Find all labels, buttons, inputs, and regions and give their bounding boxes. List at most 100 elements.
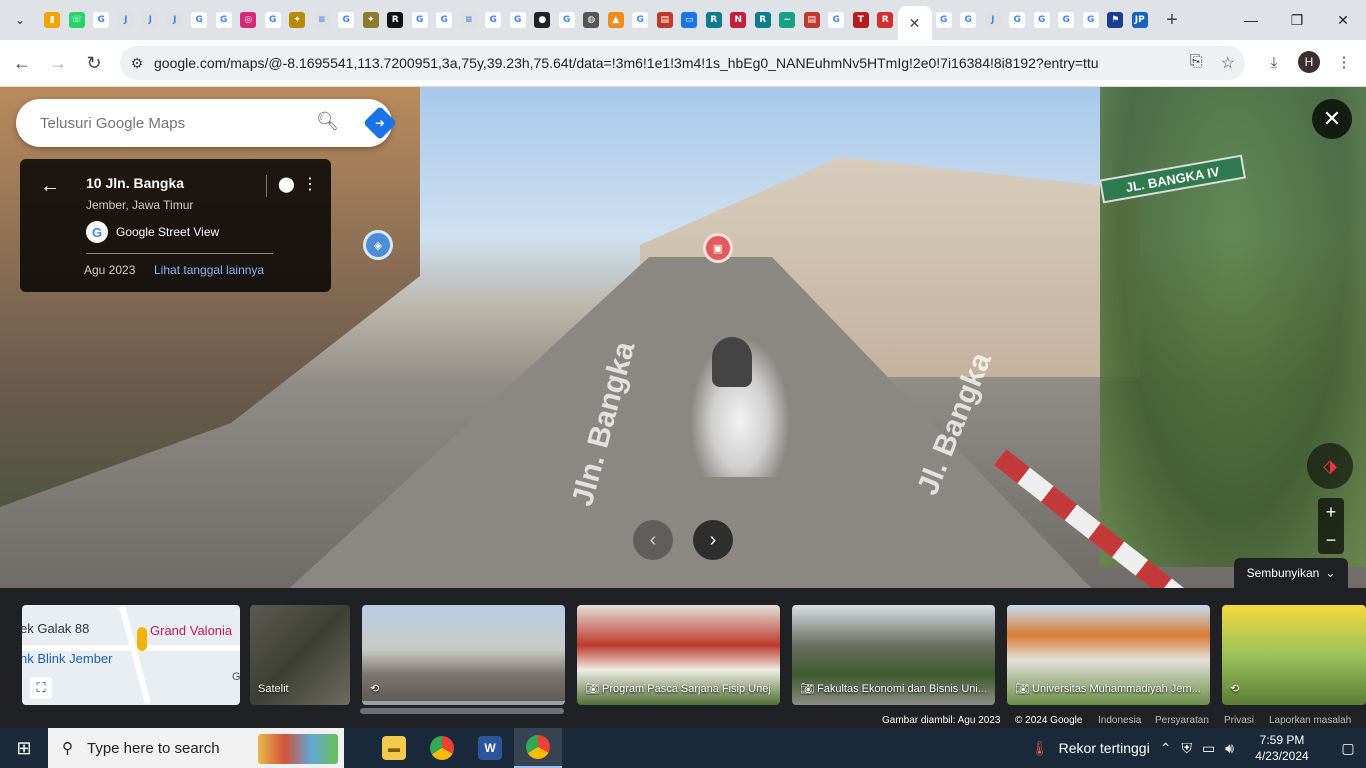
tab-google[interactable]: G — [1005, 4, 1030, 36]
location-pin-icon[interactable]: ⬤ — [278, 175, 295, 193]
tab-google[interactable]: G — [628, 4, 653, 36]
chevron-up-icon[interactable]: ⌃ — [1160, 740, 1172, 757]
close-street-view-icon[interactable]: ✕ — [1312, 99, 1352, 139]
tab-chart[interactable]: ▮ — [40, 4, 65, 36]
tab-book[interactable]: ▤ — [653, 4, 678, 36]
tab-google[interactable]: G — [555, 4, 580, 36]
poi-store-icon[interactable]: ▣ — [703, 233, 733, 263]
tab-n[interactable]: N — [726, 4, 751, 36]
minimap-thumbnail[interactable]: ek Galak 88 Grand Valonia nk Blink Jembe… — [22, 605, 240, 705]
tab-rs[interactable]: R — [702, 4, 727, 36]
tab-google[interactable]: G — [932, 4, 957, 36]
tab-emblem[interactable]: ✦ — [285, 4, 310, 36]
tab-google[interactable]: G — [506, 4, 531, 36]
tab-google[interactable]: G — [432, 4, 457, 36]
tab-red-circle[interactable]: ● — [530, 4, 555, 36]
more-options-icon[interactable]: ⋮ — [302, 174, 318, 194]
photo-thumbnail[interactable]: ⟲ — [362, 605, 565, 705]
tab-jdih[interactable]: J — [138, 4, 163, 36]
tab-jp[interactable]: JP — [1128, 4, 1153, 36]
tab-ro[interactable]: R — [383, 4, 408, 36]
security-icon[interactable]: ⛨ — [1181, 740, 1192, 757]
tab-emblem[interactable]: ✦ — [359, 4, 384, 36]
menu-kebab-icon[interactable]: ⋮ — [1330, 48, 1358, 76]
tab-jdih[interactable]: J — [114, 4, 139, 36]
tab-google[interactable]: G — [334, 4, 359, 36]
previous-photo-icon[interactable]: ‹ — [633, 520, 673, 560]
tab-google[interactable]: G — [261, 4, 286, 36]
site-info-icon[interactable]: ⚙ — [120, 55, 154, 72]
restore-icon[interactable]: ❐ — [1274, 0, 1320, 40]
clock[interactable]: 7:59 PM 4/23/2024 — [1244, 732, 1320, 764]
tab-flag[interactable]: ⚑ — [1103, 4, 1128, 36]
profile-avatar[interactable]: H — [1298, 51, 1320, 73]
tab-search-chevron-icon[interactable]: ⌄ — [0, 0, 40, 40]
tab-google[interactable]: G — [408, 4, 433, 36]
maps-search-input[interactable] — [40, 114, 300, 132]
satellite-thumbnail[interactable]: Satelit — [250, 605, 350, 705]
install-app-icon[interactable]: ⎘ — [1190, 53, 1203, 73]
photo-thumbnail[interactable]: 📷︎ Universitas Muhammadiyah Jem... — [1007, 605, 1210, 705]
tab-rs[interactable]: R — [751, 4, 776, 36]
close-window-icon[interactable]: ✕ — [1320, 0, 1366, 40]
tab-r[interactable]: R — [873, 4, 898, 36]
notifications-icon[interactable]: ▢ — [1330, 740, 1366, 757]
zoom-out-icon[interactable]: − — [1326, 530, 1337, 551]
zoom-in-icon[interactable]: + — [1326, 502, 1337, 523]
tab-google[interactable]: G — [89, 4, 114, 36]
tab-instagram[interactable]: ◎ — [236, 4, 261, 36]
tab-jdih[interactable]: J — [163, 4, 188, 36]
photo-thumbnail[interactable]: 📷︎ Fakultas Ekonomi dan Bisnis Uni... — [792, 605, 995, 705]
reload-icon[interactable]: ↻ — [76, 45, 112, 81]
close-tab-icon[interactable]: ✕ — [909, 15, 921, 32]
terms-link[interactable]: Persyaratan — [1155, 715, 1209, 726]
word-icon[interactable]: W — [466, 728, 514, 768]
windows-start-icon[interactable]: ⊞ — [0, 728, 48, 768]
url-text[interactable]: google.com/maps/@-8.1695541,113.7200951,… — [154, 55, 1164, 71]
privacy-link[interactable]: Privasi — [1224, 715, 1254, 726]
bookmark-star-icon[interactable]: ☆ — [1221, 53, 1235, 73]
address-bar[interactable]: ⚙ google.com/maps/@-8.1695541,113.720095… — [120, 46, 1245, 80]
tab-book[interactable]: ▤ — [800, 4, 825, 36]
file-explorer-icon[interactable]: ▬ — [370, 728, 418, 768]
tab-google[interactable]: G — [212, 4, 237, 36]
tab-orange[interactable]: ▲ — [604, 4, 629, 36]
poi-shop-icon[interactable]: ◈ — [363, 230, 393, 260]
tab-google[interactable]: G — [481, 4, 506, 36]
chrome-icon[interactable] — [418, 728, 466, 768]
tab-wave[interactable]: ~ — [775, 4, 800, 36]
download-icon[interactable]: ⤓ — [1260, 48, 1288, 76]
network-icon[interactable]: ▭ — [1202, 740, 1215, 757]
next-photo-icon[interactable]: › — [693, 520, 733, 560]
tab-google[interactable]: G — [1079, 4, 1104, 36]
expand-map-icon[interactable]: ⛶ — [30, 677, 52, 699]
region-link[interactable]: Indonesia — [1098, 715, 1141, 726]
tab-doc[interactable]: ≡ — [310, 4, 335, 36]
report-problem-link[interactable]: Laporkan masalah — [1269, 715, 1351, 726]
hide-filmstrip-button[interactable]: Sembunyikan ⌄ — [1234, 558, 1348, 588]
tab-google[interactable]: G — [824, 4, 849, 36]
tab-jdih[interactable]: J — [981, 4, 1006, 36]
photo-thumbnail[interactable]: 📷︎ Program Pasca Sarjana Fisip Unej — [577, 605, 780, 705]
chrome-profile-icon[interactable] — [514, 728, 562, 768]
back-arrow-icon[interactable]: ← — [40, 175, 60, 198]
search-icon[interactable]: 🔍︎ — [316, 111, 339, 132]
tab-google[interactable]: G — [956, 4, 981, 36]
tab-globe[interactable]: ◍ — [579, 4, 604, 36]
taskbar-search[interactable]: ⚲ Type here to search — [48, 728, 344, 768]
tab-docs[interactable]: ▭ — [677, 4, 702, 36]
weather-text[interactable]: Rekor tertinggi — [1059, 740, 1150, 756]
see-more-dates-link[interactable]: Lihat tanggal lainnya — [154, 263, 264, 277]
minimize-icon[interactable]: — — [1228, 0, 1274, 40]
photo-thumbnail[interactable]: ⟲ — [1222, 605, 1366, 705]
tab-google-maps[interactable]: ✕ — [897, 6, 932, 40]
tab-google[interactable]: G — [1054, 4, 1079, 36]
tab-google[interactable]: G — [1030, 4, 1055, 36]
forward-icon[interactable]: → — [40, 45, 76, 81]
tab-doc[interactable]: ≡ — [457, 4, 482, 36]
volume-icon[interactable]: 🔊︎ — [1225, 740, 1234, 757]
new-tab-button[interactable]: + — [1158, 6, 1186, 34]
tab-google[interactable]: G — [187, 4, 212, 36]
tab-whatsapp[interactable]: ☏ — [65, 4, 90, 36]
tab-ti[interactable]: T — [849, 4, 874, 36]
